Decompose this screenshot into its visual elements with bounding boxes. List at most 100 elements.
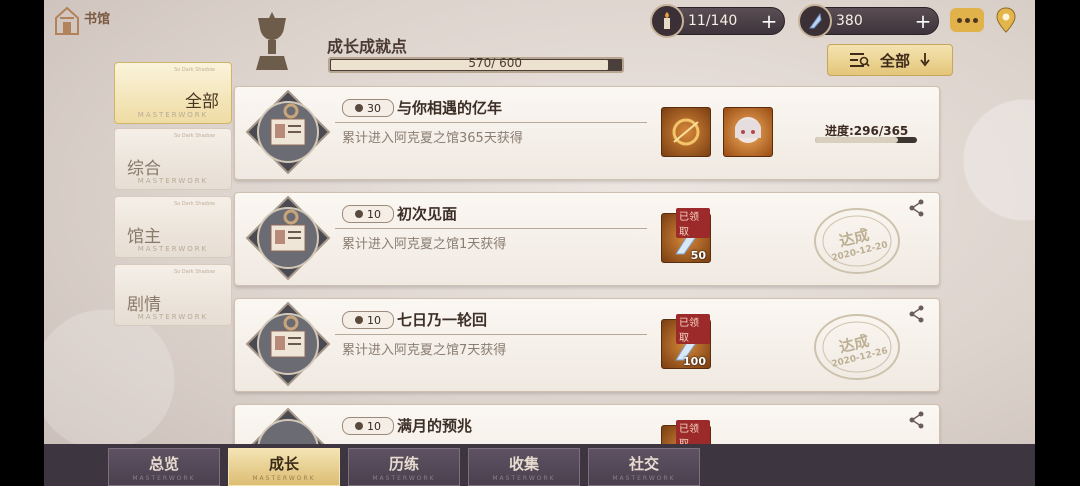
achievement-badge-icon [245, 195, 331, 281]
filter-label: 全部 [879, 51, 910, 70]
nav-tab-label: 收集 [508, 454, 539, 473]
claimed-tag: 已领取 [676, 208, 710, 238]
library-icon [55, 6, 79, 35]
points-value: 10 [367, 419, 381, 433]
nav-tab-label: 历练 [388, 454, 419, 473]
nav-tab-tag: MASTERWORK [132, 474, 196, 482]
add-stamina-button[interactable]: + [758, 9, 780, 33]
achievement-progress-bar [815, 137, 917, 143]
crystal-icon [798, 4, 832, 38]
achievement-title: 与你相遇的亿年 [397, 99, 503, 117]
nav-tab-tag: MASTERWORK [612, 474, 676, 482]
points-value: 10 [367, 313, 381, 327]
points-icon [355, 104, 363, 112]
side-tab-small-text: So Dark Shadow [173, 67, 215, 73]
nav-tab-tag: MASTERWORK [372, 474, 436, 482]
golden-ring-icon [672, 118, 700, 146]
nav-tab-overview[interactable]: 总览 MASTERWORK [108, 448, 220, 486]
trophy-icon [250, 12, 294, 76]
share-icon[interactable] [909, 199, 925, 217]
achievement-title: 初次见面 [397, 205, 458, 223]
chat-button[interactable] [950, 8, 984, 32]
reward-item[interactable]: 已领取 50 [661, 208, 711, 263]
points-badge: 10 [342, 205, 394, 223]
reward-item[interactable] [723, 107, 773, 157]
nav-tab-label: 社交 [628, 454, 659, 473]
side-tab-label: 综合 [127, 159, 161, 179]
side-tab-all[interactable]: So Dark Shadow 全部 MASTERWORK [114, 62, 232, 124]
nav-tab-experience[interactable]: 历练 MASTERWORK [348, 448, 460, 486]
points-badge: 10 [342, 311, 394, 329]
side-tab-tag: MASTERWORK [137, 313, 209, 321]
achievement-badge-icon [245, 301, 331, 387]
nav-tab-label: 成长 [268, 454, 299, 473]
side-tab-general[interactable]: So Dark Shadow 综合 MASTERWORK [114, 128, 232, 190]
nav-tab-label: 总览 [148, 454, 179, 473]
points-icon [355, 422, 363, 430]
share-icon[interactable] [909, 411, 925, 429]
home-label: 书馆 [84, 11, 111, 27]
achievement-progress-fill [815, 137, 898, 143]
achievement-card[interactable]: 30 与你相遇的亿年 累计进入阿克夏之馆365天获得 进度:296/365 [234, 86, 940, 180]
points-badge: 10 [342, 417, 394, 435]
completed-stamp: 达成 2020-12-20 [811, 205, 903, 277]
side-tab-label: 全部 [185, 92, 219, 112]
reward-item[interactable] [661, 107, 711, 157]
home-button[interactable]: 书馆 [54, 6, 110, 36]
add-crystal-button[interactable]: + [912, 9, 934, 33]
divider [335, 122, 647, 123]
chevron-down-icon [920, 53, 930, 67]
points-value: 30 [367, 101, 381, 115]
section-progress-bar: 570/ 600 [328, 56, 624, 73]
filter-list-icon [849, 53, 870, 67]
nav-tab-collection[interactable]: 收集 MASTERWORK [468, 448, 580, 486]
character-portrait-icon [735, 117, 761, 143]
reward-count: 50 [690, 249, 706, 262]
claimed-tag: 已领取 [676, 314, 710, 344]
points-icon [355, 210, 363, 218]
map-pin-button[interactable] [994, 6, 1018, 38]
chat-dot-icon [964, 17, 970, 23]
side-tab-tag: MASTERWORK [137, 111, 209, 119]
achievement-description: 累计进入阿克夏之馆1天获得 [342, 237, 507, 252]
side-tab-tag: MASTERWORK [137, 177, 209, 185]
achievement-card[interactable]: 10 初次见面 累计进入阿克夏之馆1天获得 已领取 50 达成 2020-12-… [234, 192, 940, 286]
map-pin-icon [996, 7, 1016, 33]
nav-tab-tag: MASTERWORK [252, 474, 316, 482]
side-tab-small-text: So Dark Shadow [173, 269, 215, 275]
stamina-value: 11/140 [688, 13, 738, 29]
chat-dot-icon [956, 17, 962, 23]
filter-dropdown[interactable]: 全部 [827, 44, 953, 76]
achievement-card[interactable]: 10 七日乃一轮回 累计进入阿克夏之馆7天获得 已领取 100 达成 2020-… [234, 298, 940, 392]
achievement-badge-icon [245, 89, 331, 175]
side-tab-tag: MASTERWORK [137, 245, 209, 253]
nav-tab-social[interactable]: 社交 MASTERWORK [588, 448, 700, 486]
side-tab-curator[interactable]: So Dark Shadow 馆主 MASTERWORK [114, 196, 232, 258]
side-tab-story[interactable]: So Dark Shadow 剧情 MASTERWORK [114, 264, 232, 326]
points-badge: 30 [342, 99, 394, 117]
completed-stamp: 达成 2020-12-26 [811, 311, 903, 383]
points-value: 10 [367, 207, 381, 221]
crystal-value: 380 [836, 13, 863, 29]
stamina-counter: 11/140 + [650, 4, 785, 38]
side-tab-label: 馆主 [127, 227, 161, 247]
candle-icon [650, 4, 684, 38]
chat-dot-icon [972, 17, 978, 23]
nav-tab-tag: MASTERWORK [492, 474, 556, 482]
reward-count: 100 [683, 355, 706, 368]
reward-item[interactable]: 已领取 100 [661, 314, 711, 369]
divider [335, 334, 647, 335]
achievement-title: 满月的预兆 [397, 417, 473, 435]
crystal-counter: 380 + [798, 4, 939, 38]
side-tab-label: 剧情 [127, 295, 161, 315]
achievement-description: 累计进入阿克夏之馆7天获得 [342, 343, 507, 358]
points-icon [355, 316, 363, 324]
section-title: 成长成就点 [327, 37, 408, 56]
nav-tab-growth[interactable]: 成长 MASTERWORK [228, 448, 340, 486]
achievement-screen: 书馆 11/140 + 380 + 成长成就点 570/ 600 全部 So D… [44, 0, 1035, 486]
side-tab-small-text: So Dark Shadow [173, 133, 215, 139]
section-progress-text: 570/ 600 [468, 56, 522, 70]
share-icon[interactable] [909, 305, 925, 323]
divider [335, 228, 647, 229]
achievement-description: 累计进入阿克夏之馆365天获得 [342, 131, 523, 146]
